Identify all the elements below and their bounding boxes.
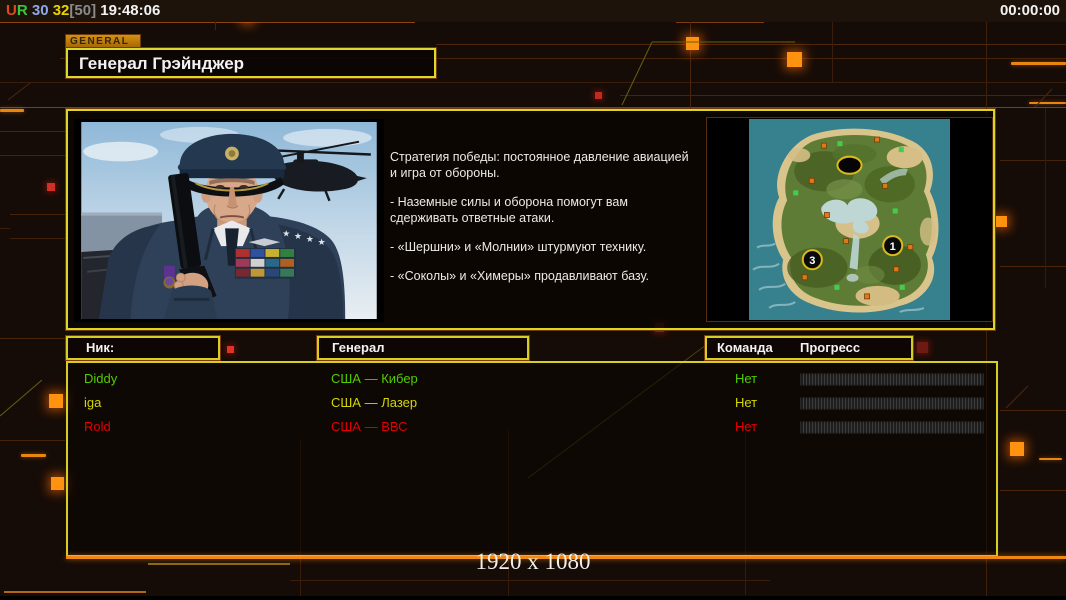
version-letter-r: R [17, 2, 28, 19]
svg-text:★: ★ [294, 232, 302, 242]
strategy-text: Стратегия победы: постоянное давление ав… [390, 149, 698, 297]
player-progress-bar [800, 373, 984, 386]
header-nick: Ник: [66, 336, 220, 360]
general-info-panel: ★ ★ ★ ★ [66, 109, 995, 330]
strategy-paragraph: - Наземные силы и оборона помогут вам сд… [390, 194, 698, 226]
circuit-diagonal-line [1035, 89, 1052, 107]
player-team: Нет [735, 392, 757, 414]
status-number-1: 30 [32, 2, 49, 19]
map-preview: 1 3 [706, 117, 993, 322]
player-general: США — ВВС [331, 416, 408, 438]
circuit-diagonal-line [0, 380, 42, 416]
map-start-empty [837, 157, 861, 174]
header-team-label: Команда [717, 338, 773, 358]
player-nick: Rold [84, 416, 111, 438]
header-general: Генерал [317, 336, 529, 360]
purple-heart-medal [163, 266, 175, 289]
general-name-box: Генерал Грэйнджер [66, 48, 436, 78]
circuit-diagonal-line [1006, 386, 1028, 408]
general-portrait-image: ★ ★ ★ ★ [81, 122, 377, 319]
status-bracket: [50] [69, 2, 96, 19]
player-general: США — Лазер [331, 392, 417, 414]
map-image: 1 3 [749, 119, 950, 320]
players-panel: DiddyСША — КиберНетigaСША — ЛазерНетRold… [66, 361, 998, 557]
header-team-progress: Команда Прогресс [705, 336, 913, 360]
player-general: США — Кибер [331, 368, 418, 390]
header-general-label: Генерал [319, 340, 384, 355]
player-team: Нет [735, 416, 757, 438]
service-ribbons [235, 248, 296, 279]
header-nick-label: Ник: [68, 340, 114, 355]
player-team: Нет [735, 368, 757, 390]
general-name: Генерал Грэйнджер [79, 54, 244, 73]
top-status-bar: UR 30 32[50] 19:48:06 00:00:00 [0, 0, 1066, 22]
general-tab: GENERAL [65, 34, 141, 48]
game-lobby-screen: UR 30 32[50] 19:48:06 00:00:00 GENERAL Г… [0, 0, 1066, 600]
player-nick: iga [84, 392, 101, 414]
player-nick: Diddy [84, 368, 117, 390]
player-progress-bar [800, 421, 984, 434]
strategy-paragraph: - «Шершни» и «Молнии» штурмуют технику. [390, 239, 698, 255]
status-number-2: 32 [53, 2, 70, 19]
strategy-paragraph: - «Соколы» и «Химеры» продавливают базу. [390, 268, 698, 284]
match-timer: 00:00:00 [1000, 0, 1060, 22]
player-row: Rold США — ВВС Нет [68, 416, 996, 438]
player-progress-bar [800, 397, 984, 410]
player-row: iga США — Лазер Нет [68, 392, 996, 414]
circuit-diagonal-line [8, 83, 30, 100]
version-letter-u: U [6, 2, 17, 19]
circuit-diagonal-line [622, 42, 652, 105]
map-start-3-label: 3 [809, 255, 815, 267]
svg-text:★: ★ [306, 235, 314, 245]
map-start-1-label: 1 [890, 241, 896, 253]
clock: 19:48:06 [100, 2, 160, 19]
svg-text:★: ★ [282, 229, 290, 239]
general-portrait: ★ ★ ★ ★ [74, 119, 384, 322]
player-row: Diddy США — Кибер Нет [68, 368, 996, 390]
gentool-status: UR 30 32[50] 19:48:06 [6, 0, 160, 22]
bottom-black-strip [0, 596, 1066, 600]
strategy-paragraph: Стратегия победы: постоянное давление ав… [390, 149, 698, 181]
header-progress-label: Прогресс [800, 338, 860, 358]
svg-text:★: ★ [318, 238, 326, 248]
resolution-text: 1920 x 1080 [0, 549, 1066, 575]
